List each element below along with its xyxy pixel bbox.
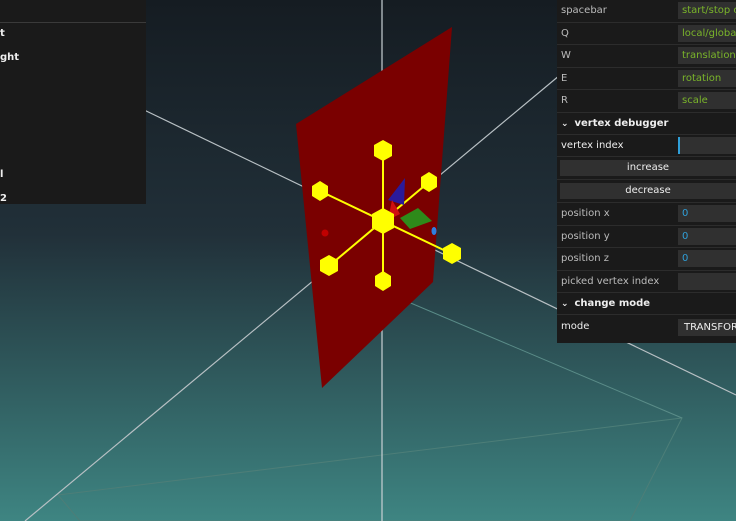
- vertex-index-input[interactable]: [678, 136, 736, 154]
- decrease-button[interactable]: decrease: [560, 183, 736, 199]
- folder-title: change mode: [574, 298, 651, 309]
- left-panel-item[interactable]: [0, 141, 146, 165]
- position-y-label: position y: [561, 230, 610, 242]
- left-panel-item[interactable]: t: [0, 23, 146, 47]
- key-row-spacebar: spacebar start/stop cl: [557, 0, 736, 23]
- key-row-r: R scale: [557, 90, 736, 113]
- left-control-panel: t ght l 2: [0, 0, 146, 204]
- picked-vertex-label: picked vertex index: [561, 275, 660, 287]
- key-label: W: [561, 50, 571, 61]
- key-label: spacebar: [561, 5, 607, 16]
- position-x-label: position x: [561, 208, 610, 219]
- left-panel-item[interactable]: l: [0, 164, 146, 188]
- vertex-index-row: vertex index: [557, 135, 736, 157]
- vertex-debugger-folder-toggle[interactable]: ⌄ vertex debugger: [557, 112, 736, 135]
- key-label: Q: [561, 27, 569, 39]
- key-label: R: [561, 95, 568, 106]
- left-panel-item[interactable]: [0, 70, 146, 94]
- key-row-q: Q local/global: [557, 23, 736, 45]
- left-panel-item[interactable]: [0, 94, 146, 118]
- change-mode-folder-toggle[interactable]: ⌄ change mode: [557, 293, 736, 315]
- mode-label: mode: [561, 321, 590, 332]
- blue-dot-marker: [431, 227, 437, 235]
- mode-row: mode TRANSFORM: [557, 315, 736, 339]
- position-y-field[interactable]: 0: [678, 227, 736, 245]
- chevron-down-icon: ⌄: [561, 299, 569, 309]
- right-control-panel: spacebar start/stop cl Q local/global W …: [557, 0, 736, 343]
- folder-title: vertex debugger: [574, 117, 669, 129]
- key-action-field[interactable]: translation: [678, 47, 736, 64]
- picked-vertex-field[interactable]: [678, 272, 736, 290]
- position-x-field[interactable]: 0: [678, 205, 736, 222]
- key-action-field[interactable]: rotation: [678, 69, 736, 87]
- position-z-field[interactable]: 0: [678, 250, 736, 267]
- position-z-label: position z: [561, 253, 610, 264]
- left-panel-item[interactable]: ght: [0, 47, 146, 71]
- key-row-e: E rotation: [557, 68, 736, 90]
- position-y-row: position y 0: [557, 226, 736, 248]
- left-panel-item[interactable]: 2: [0, 188, 146, 212]
- key-action-field[interactable]: local/global: [678, 24, 736, 42]
- key-action-field[interactable]: start/stop cl: [678, 2, 736, 19]
- key-label: E: [561, 72, 568, 84]
- picked-vertex-row: picked vertex index: [557, 271, 736, 293]
- increase-row: increase: [557, 157, 736, 180]
- position-x-row: position x 0: [557, 203, 736, 226]
- left-panel-header: [0, 0, 146, 23]
- left-panel-item[interactable]: [0, 117, 146, 141]
- position-z-row: position z 0: [557, 248, 736, 271]
- decrease-row: decrease: [557, 180, 736, 203]
- key-action-field[interactable]: scale: [678, 92, 736, 109]
- red-dot-marker: [321, 229, 329, 237]
- mode-select[interactable]: TRANSFORM: [678, 319, 736, 336]
- increase-button[interactable]: increase: [560, 160, 736, 176]
- vertex-index-label: vertex index: [561, 139, 624, 151]
- chevron-down-icon: ⌄: [561, 118, 569, 129]
- key-row-w: W translation: [557, 45, 736, 68]
